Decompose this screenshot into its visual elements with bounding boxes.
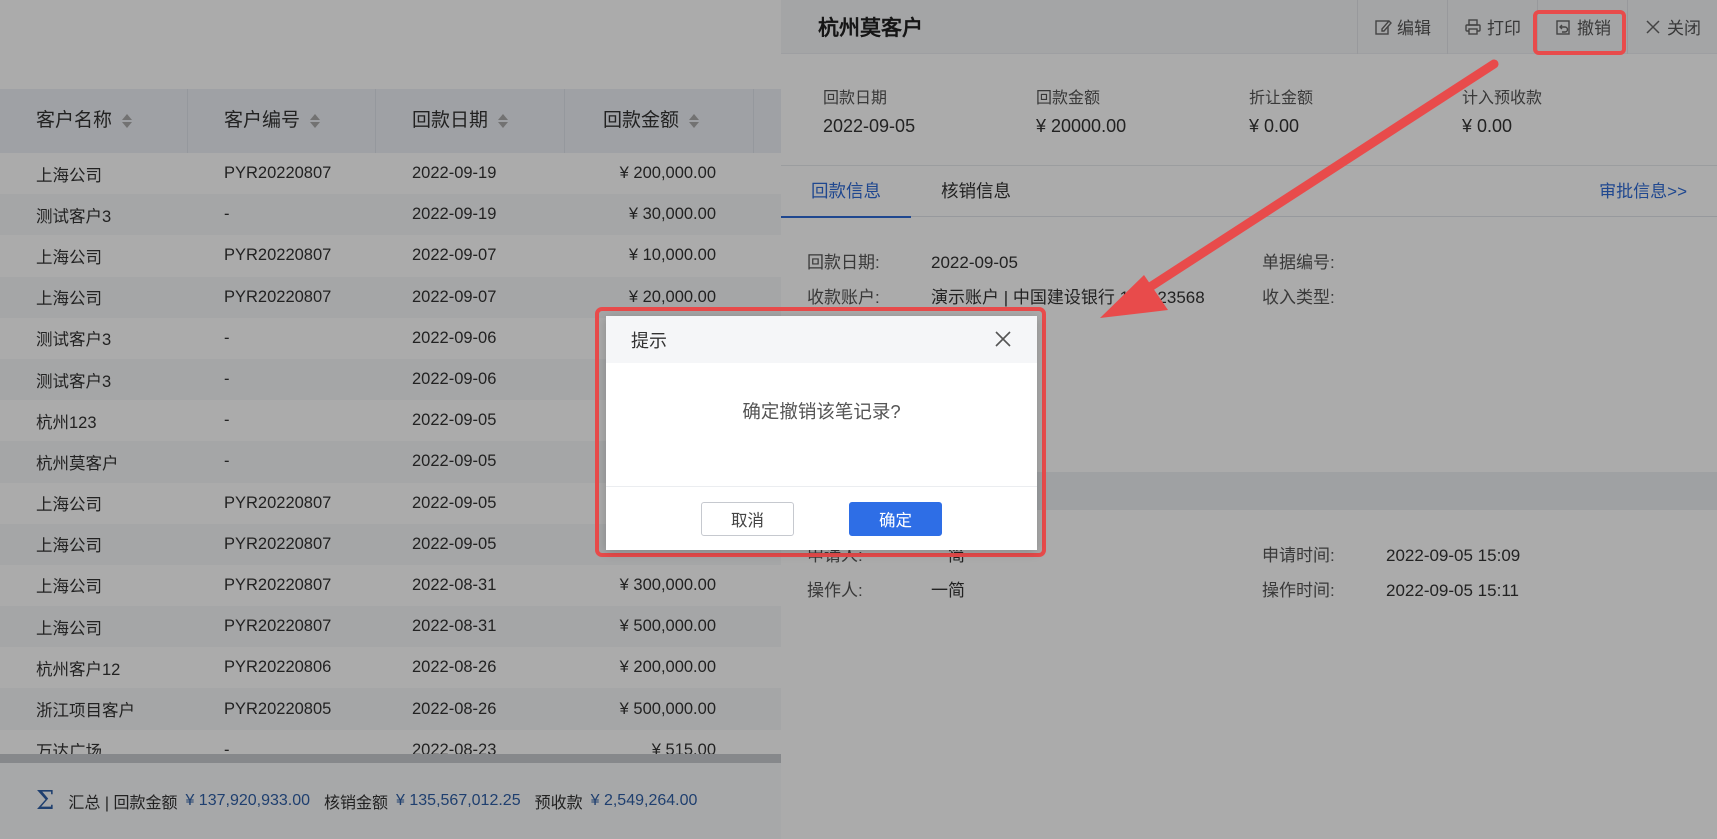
dialog-message: 确定撤销该笔记录? (742, 401, 901, 422)
revoke-highlight-box (1533, 10, 1626, 55)
dialog-title: 提示 (631, 330, 667, 351)
cancel-button[interactable]: 取消 (701, 501, 794, 536)
dialog-footer: 取消 确定 (606, 486, 1037, 550)
dialog-header: 提示 (606, 316, 1037, 363)
close-icon[interactable] (993, 329, 1013, 349)
confirm-dialog: 提示 确定撤销该笔记录? 取消 确定 (606, 316, 1037, 550)
confirm-button[interactable]: 确定 (849, 501, 942, 536)
